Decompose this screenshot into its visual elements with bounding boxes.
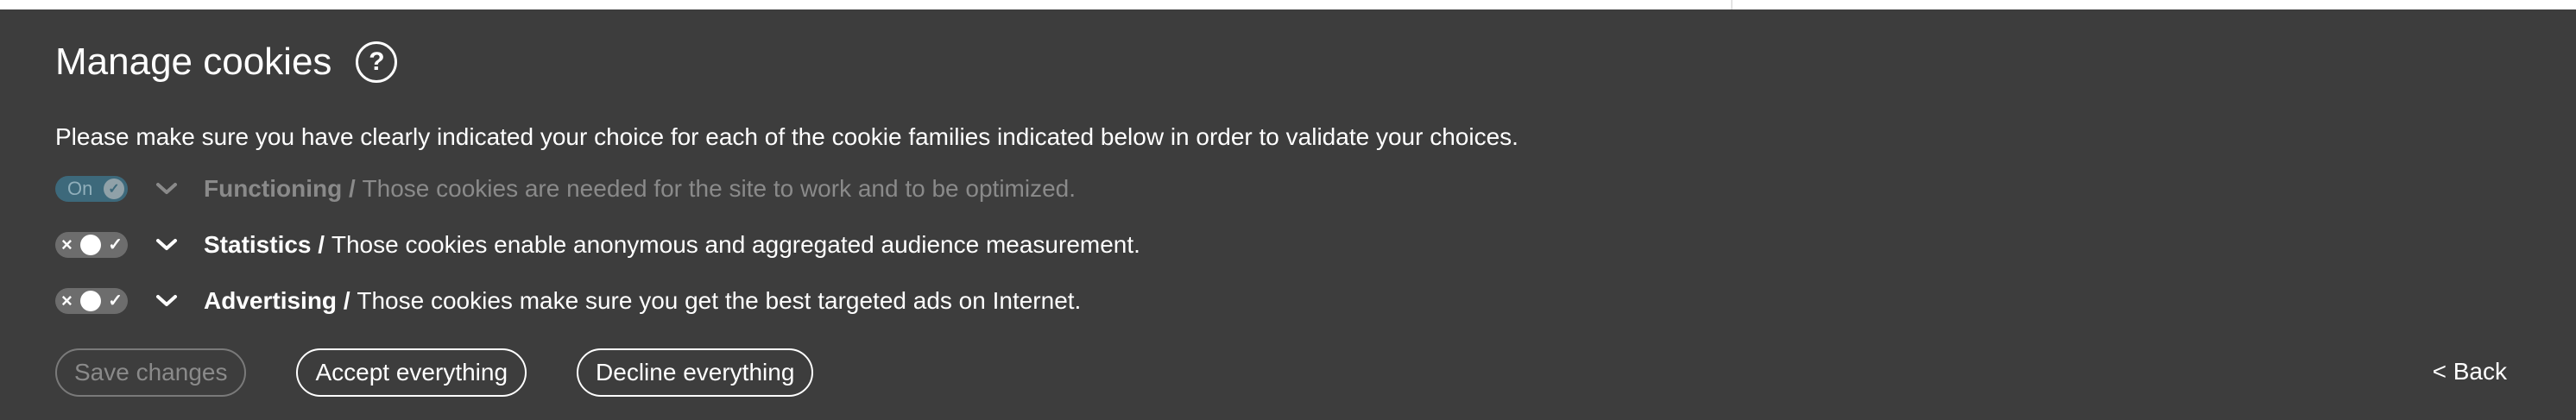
family-name: Statistics (204, 231, 312, 258)
toggle-knob (80, 291, 101, 311)
decline-everything-button[interactable]: Decline everything (577, 348, 814, 397)
cookie-consent-panel: Manage cookies ? Please make sure you ha… (0, 9, 2576, 420)
back-link[interactable]: < Back (2433, 358, 2507, 386)
check-icon: ✓ (108, 235, 123, 254)
family-separator: / (348, 175, 363, 202)
cookie-family-statistics: × ✓ Statistics / Those cookies enable an… (55, 231, 1140, 259)
family-description: Those cookies make sure you get the best… (357, 287, 1082, 314)
help-icon[interactable]: ? (356, 41, 398, 83)
dialog-title: Manage cookies (55, 41, 332, 83)
title-row: Manage cookies ? (55, 41, 398, 84)
check-icon: ✓ (104, 179, 124, 199)
advertising-toggle[interactable]: × ✓ (55, 288, 128, 314)
intro-text: Please make sure you have clearly indica… (55, 123, 1518, 150)
family-description: Those cookies are needed for the site to… (362, 175, 1076, 202)
close-icon: × (61, 290, 73, 311)
cookie-family-functioning: On ✓ Functioning / Those cookies are nee… (55, 175, 1076, 203)
functioning-toggle: On ✓ (55, 176, 128, 202)
chevron-down-icon[interactable] (154, 232, 180, 258)
close-icon: × (61, 234, 73, 255)
divider (1731, 0, 1733, 9)
toggle-on-label: On (67, 178, 93, 199)
chevron-down-icon[interactable] (154, 288, 180, 314)
family-name: Advertising (204, 287, 338, 314)
chevron-down-icon[interactable] (154, 176, 180, 202)
functioning-label: Functioning / Those cookies are needed f… (204, 175, 1076, 203)
family-separator: / (318, 231, 331, 258)
accept-everything-button[interactable]: Accept everything (296, 348, 527, 397)
check-icon: ✓ (108, 291, 123, 310)
statistics-toggle[interactable]: × ✓ (55, 232, 128, 258)
family-separator: / (343, 287, 357, 314)
family-description: Those cookies enable anonymous and aggre… (331, 231, 1140, 258)
save-changes-button[interactable]: Save changes (55, 348, 247, 397)
action-buttons: Save changes Accept everything Decline e… (55, 348, 814, 397)
statistics-label: Statistics / Those cookies enable anonym… (204, 231, 1140, 259)
page-background-strip (0, 0, 2576, 9)
family-name: Functioning (204, 175, 343, 202)
advertising-label: Advertising / Those cookies make sure yo… (204, 287, 1081, 315)
toggle-knob (80, 235, 101, 255)
cookie-family-advertising: × ✓ Advertising / Those cookies make sur… (55, 287, 1081, 315)
